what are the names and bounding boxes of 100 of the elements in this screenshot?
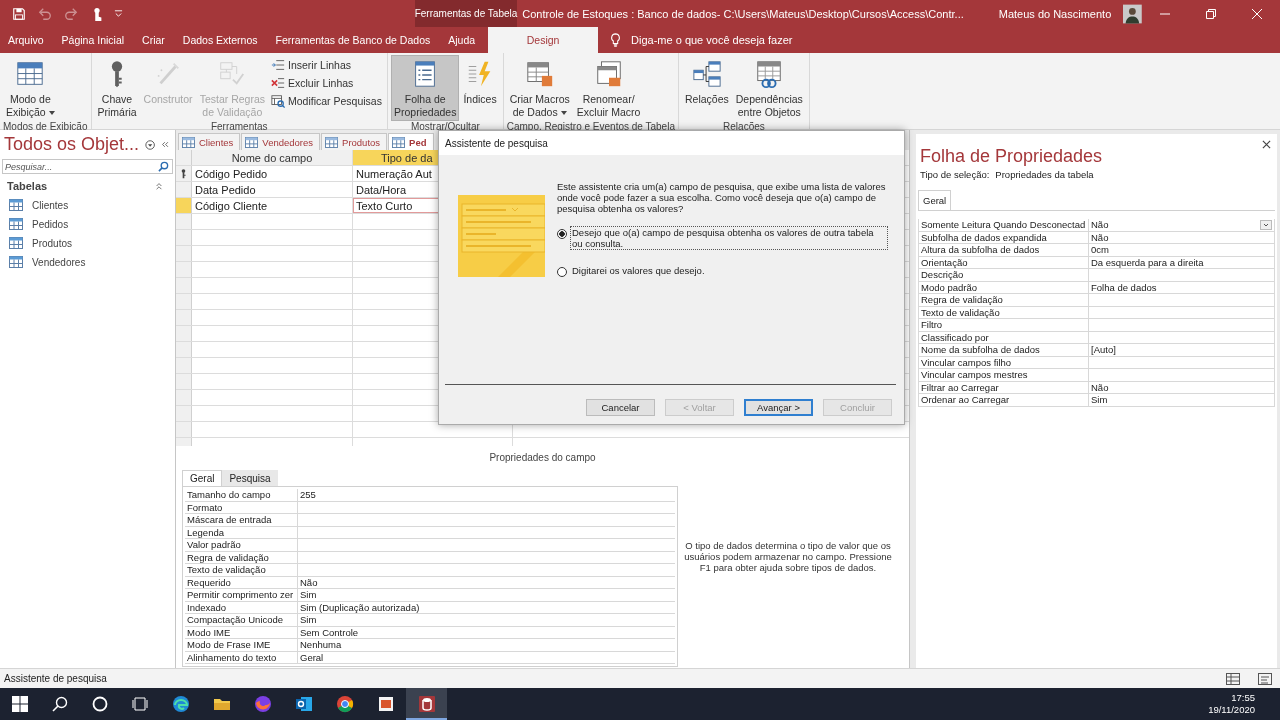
property-value[interactable]: 255 [298,489,675,501]
search-icon [158,161,169,172]
property-label: Filtro [919,319,1089,331]
property-tab[interactable]: Geral [182,470,223,486]
lightbulb-icon [610,33,622,47]
property-label: Ordenar ao Carregar [919,394,1089,406]
user-name[interactable]: Mateus do Nascimento [998,7,1112,20]
group-header[interactable]: Tabelas [7,180,48,192]
pane-title: Folha de Propriedades [920,146,1103,167]
option-label[interactable]: Desejo que o(a) campo de pesquisa obtenha os valores de outra tabela ou consulta. [570,226,888,250]
context-tab-label: Ferramentas de Tabela [414,0,518,27]
ribbon-button[interactable]: Folha de Propriedades [390,55,460,121]
radio-button[interactable] [557,229,567,239]
ribbon-tab[interactable]: Criar [133,27,174,53]
property-value[interactable]: Sim [298,589,675,601]
nav-item[interactable]: Pedidos [0,215,175,234]
row-selector[interactable] [176,166,192,181]
ribbon-button[interactable]: Excluir Linhas [269,75,384,91]
property-value[interactable]: Folha de dados [1091,281,1157,293]
ribbon-button[interactable]: Criar Macros de Dados [506,55,573,121]
ribbon-button[interactable]: Inserir Linhas [269,57,384,73]
table-icon [245,136,259,148]
insert-rows-icon [271,58,285,72]
property-value[interactable]: Da esquerda para a direita [1091,256,1204,268]
property-label: Modo de Frase IME [185,639,298,651]
table-icon [182,136,195,148]
property-value[interactable]: 0cm [1091,244,1109,256]
search-field[interactable]: Pesquisar... [2,159,173,174]
datasheet-view-icon[interactable] [1226,672,1240,685]
database-app-icon [416,694,437,714]
property-label: Indexado [185,601,298,613]
property-label: Modo padrão [919,281,1089,293]
group-label: Ferramentas [209,121,269,133]
ribbon-button[interactable]: Modo de Exibição [3,55,58,121]
collapse-icon[interactable] [161,140,169,149]
option-label[interactable]: Digitarei os valores que desejo. [570,264,707,277]
document-tab[interactable]: Produtos [321,133,388,150]
customize-caret-icon[interactable] [114,9,123,18]
avatar[interactable] [1123,2,1142,25]
radio-button[interactable] [557,267,567,277]
document-tab[interactable]: Ped [388,133,434,150]
dialog-button[interactable]: Cancelar [586,399,655,416]
property-label: Permitir comprimento zer [185,589,298,601]
help-text: O tipo de dados determina o tipo de valor que os usuários podem armazenar no campo. Pressione F1 para obter ajuda sobre tipos de dados. [683,540,893,575]
property-label: Classificado por [919,331,1089,343]
ribbon-button[interactable]: Chave Primária [94,55,140,121]
chevron-icon[interactable] [155,182,163,190]
property-value[interactable]: Sim (Duplicação autorizada) [298,601,675,613]
property-value[interactable]: Não [1091,219,1109,231]
ribbon-button[interactable]: Índices [460,55,500,121]
nav-item[interactable]: Clientes [0,196,175,215]
pane-title: Todos os Objet... [4,134,140,155]
property-value[interactable]: [Auto] [1091,344,1116,356]
nav-item[interactable]: Vendedores [0,253,175,272]
dropdown-icon[interactable] [145,138,156,151]
clock-date: 19/11/2020 [1208,704,1255,716]
design-view-icon[interactable] [1258,672,1272,685]
document-tab[interactable]: Vendedores [241,133,321,150]
ribbon-button[interactable]: Modificar Pesquisas [269,93,384,109]
property-label: Vincular campos mestres [919,369,1089,381]
column-header[interactable]: Nome do campo [192,150,353,165]
ribbon-button[interactable]: Dependências entre Objetos [732,55,806,121]
property-tab[interactable]: Geral [918,190,952,210]
ribbon-tab[interactable]: Ferramentas de Banco de Dados [266,27,440,53]
window-title: Controle de Estoques : Banco de dados- C:\Users\Mateus\Desktop\Cursos\Access\Contr... [522,7,964,20]
ribbon-button[interactable]: Renomear/ Excluir Macro [573,55,644,121]
intro-text: Este assistente cria um(a) campo de pesquisa, que exibe uma lista de valores onde você pode fazer a sua escolha. Como você deseja que o(a) campo de pesquisa obtenha os valores? [557,181,887,214]
property-value[interactable]: Não [1091,231,1109,243]
table-cell[interactable]: Código Cliente [192,198,353,213]
dialog-title: Assistente de pesquisa [439,131,904,155]
group-label: Modos de Exibição [3,121,88,133]
key-icon [181,168,186,179]
ribbon-tab[interactable]: Dados Externos [173,27,267,53]
tell-me-search[interactable]: Diga-me o que você deseja fazer [621,27,793,53]
close-icon[interactable] [1262,140,1271,149]
ribbon-tab[interactable]: Página Inicial [52,27,134,53]
table-cell[interactable]: Data Pedido [192,182,353,197]
table-icon [392,136,406,148]
taskbar-app[interactable] [406,688,447,720]
ribbon-tab[interactable]: Design [488,27,599,53]
property-value[interactable]: Não [1091,381,1109,393]
group-label: Mostrar/Ocultar [409,121,481,133]
ribbon-button[interactable]: Relações [681,55,732,121]
nav-item[interactable]: Produtos [0,234,175,253]
ribbon-tab[interactable]: Arquivo [0,27,53,53]
property-tab[interactable]: Pesquisa [222,470,278,486]
property-value[interactable]: Sem Controle [298,626,675,638]
property-label: Alinhamento do texto [185,651,298,663]
document-tab[interactable]: Clientes [178,133,241,150]
property-value[interactable]: Sim [298,614,675,626]
property-value[interactable]: Nenhuma [298,639,675,651]
property-label: Descrição [919,269,1089,281]
dialog-button[interactable]: Avançar > [744,399,813,416]
browser-icon [334,694,355,714]
property-value[interactable]: Não [298,576,675,588]
ribbon-tab[interactable]: Ajuda [439,27,485,53]
property-value[interactable]: Geral [298,651,675,663]
table-cell[interactable]: Código Pedido [192,166,353,181]
property-value[interactable]: Sim [1091,394,1108,406]
property-label: Valor padrão [185,539,298,551]
